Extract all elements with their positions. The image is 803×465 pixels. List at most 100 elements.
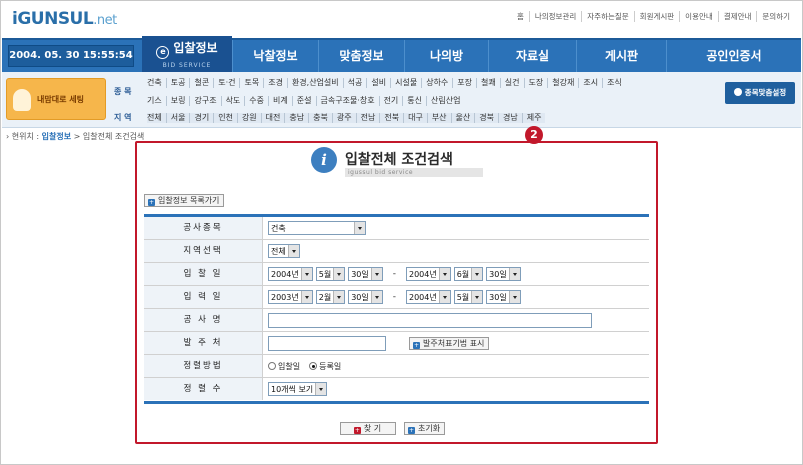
region-item[interactable]: 대구: [403, 113, 427, 123]
category-item[interactable]: 조식: [602, 78, 626, 88]
client-input[interactable]: [268, 335, 386, 351]
region-item[interactable]: 경기: [189, 113, 213, 123]
page-title: i 입찰전체 조건검색 igussul bid service: [311, 147, 483, 179]
sort-count-select[interactable]: 10개씩 보기: [268, 382, 328, 396]
bid-date-to-day[interactable]: 30일: [486, 267, 521, 281]
region-item[interactable]: 울산: [450, 113, 475, 123]
region-item[interactable]: 인천: [213, 113, 237, 123]
form-row-bid-date: 입 찰 일 2004년 5월 30일 - 2004년 6월 30일: [144, 263, 649, 286]
category-item[interactable]: 수중: [244, 96, 268, 106]
category-item[interactable]: 포장: [452, 78, 476, 88]
category-item[interactable]: 철콘: [189, 78, 213, 88]
category-item[interactable]: 삭도: [220, 96, 245, 106]
top-link-home[interactable]: 홈: [512, 11, 529, 22]
bid-info-icon: e: [156, 46, 170, 59]
bid-date-to-year[interactable]: 2004년: [405, 267, 451, 281]
region-item[interactable]: 전북: [379, 113, 403, 123]
reg-date-from-year[interactable]: 2003년: [268, 290, 313, 304]
category-item[interactable]: 철쾌: [476, 78, 500, 88]
sort-by-bid-date-radio[interactable]: 입찰일: [268, 361, 300, 372]
work-type-select[interactable]: 건축: [268, 221, 366, 235]
project-name-input[interactable]: [268, 312, 592, 328]
region-item[interactable]: 제주: [521, 113, 546, 123]
category-item[interactable]: 비계: [268, 96, 292, 106]
nav-tab-my-room[interactable]: 나의방: [404, 40, 488, 72]
bid-date-from-month[interactable]: 5월: [315, 267, 346, 281]
category-item[interactable]: 보링: [165, 96, 190, 106]
bid-date-from-day[interactable]: 30일: [348, 267, 383, 281]
category-item[interactable]: 토공: [165, 78, 190, 88]
region-item[interactable]: 경북: [474, 113, 498, 123]
category-item[interactable]: 전기: [378, 96, 403, 106]
client-notation-button[interactable]: + 발주처표기법 표시: [409, 336, 490, 350]
nav-tab-bid-info[interactable]: e 입찰정보 BID SERVICE: [142, 36, 232, 72]
sort-by-reg-date-radio[interactable]: 등록일: [309, 361, 341, 372]
category-item[interactable]: 실건: [499, 78, 524, 88]
search-button[interactable]: + 찾 기: [340, 422, 396, 435]
reg-date-to-day[interactable]: 30일: [486, 290, 521, 304]
region-item[interactable]: 부산: [426, 113, 451, 123]
form-row-project-name: 공 사 명: [144, 309, 649, 332]
region-item[interactable]: 서울: [165, 113, 190, 123]
nav-tab-board[interactable]: 게시판: [576, 40, 666, 72]
region-item[interactable]: 대전: [260, 113, 285, 123]
region-select[interactable]: 전체: [268, 244, 300, 258]
category-item[interactable]: 강구조: [189, 96, 220, 106]
region-item[interactable]: 충북: [308, 113, 332, 123]
top-link-faq[interactable]: 자주하는질문: [581, 11, 633, 22]
region-item[interactable]: 충남: [284, 113, 308, 123]
top-link-payment[interactable]: 결제안내: [717, 11, 757, 22]
category-label: 종 목: [114, 87, 132, 96]
category-item[interactable]: 토목: [239, 78, 263, 88]
category-item[interactable]: 금속구조물·창호: [315, 96, 379, 106]
top-link-contact[interactable]: 문의하기: [756, 11, 795, 22]
category-item[interactable]: 토·건: [213, 78, 239, 88]
category-item[interactable]: 기스: [147, 96, 166, 106]
category-item[interactable]: 건축: [147, 78, 166, 88]
nav-tab-custom[interactable]: 맞춤정보: [318, 40, 404, 72]
top-link-member-board[interactable]: 회원게시판: [633, 11, 680, 22]
category-item[interactable]: 환경,산업설비: [286, 78, 343, 88]
category-item[interactable]: 철강재: [547, 78, 578, 88]
search-form: 공사종목 건축 지역선택 전체 입 찰 일 2004년 5월 30일 - 200…: [144, 214, 649, 404]
bid-list-button[interactable]: + 입찰정보 목록가기: [144, 194, 225, 207]
reg-date-to-year[interactable]: 2004년: [405, 290, 451, 304]
reg-date-from-month[interactable]: 2월: [315, 290, 346, 304]
category-item[interactable]: 설비: [366, 78, 390, 88]
region-item[interactable]: 전체: [147, 113, 166, 123]
category-match-button[interactable]: 종목맞춤설정: [725, 82, 795, 104]
category-item[interactable]: 조경: [263, 78, 287, 88]
category-item[interactable]: 도장: [523, 78, 548, 88]
reg-date-from-day[interactable]: 30일: [348, 290, 383, 304]
category-item[interactable]: 시설물: [390, 78, 421, 88]
region-item[interactable]: 광주: [331, 113, 356, 123]
bid-date-from-year[interactable]: 2004년: [268, 267, 313, 281]
user-avatar-icon: [13, 89, 31, 111]
category-item[interactable]: 통신: [402, 96, 426, 106]
category-row-2: 기스 보링 강구조 삭도 수중 비계 준설 금속구조물·창호 전기 통신 산림산…: [147, 96, 464, 106]
category-item[interactable]: 상하수: [421, 78, 452, 88]
top-link-my-info[interactable]: 나의정보관리: [528, 11, 581, 22]
site-logo[interactable]: iGUNSUL.net: [12, 9, 117, 29]
region-item[interactable]: 경남: [498, 113, 522, 123]
reg-date-to-month[interactable]: 5월: [453, 290, 484, 304]
breadcrumb-section[interactable]: 입찰정보: [42, 132, 71, 141]
region-label: 지 역: [114, 113, 132, 122]
chevron-down-icon: [300, 291, 312, 303]
category-row-1: 건축 토공 철콘 토·건 토목 조경 환경,산업설비 석공 설비 시설물 상하수…: [147, 78, 626, 88]
nav-tab-award[interactable]: 낙찰정보: [232, 40, 318, 72]
custom-setting-box[interactable]: 내맘대로 세팅: [6, 78, 106, 120]
category-item[interactable]: 석공: [342, 78, 367, 88]
nav-tab-library[interactable]: 자료실: [488, 40, 576, 72]
category-item[interactable]: 조시: [578, 78, 602, 88]
region-item[interactable]: 강원: [236, 113, 261, 123]
category-item[interactable]: 산림산업: [426, 96, 464, 106]
reset-button[interactable]: + 초기화: [404, 422, 446, 435]
top-link-guide[interactable]: 이용안내: [679, 11, 718, 22]
category-item[interactable]: 준설: [291, 96, 316, 106]
chevron-down-icon: [333, 268, 345, 280]
chevron-down-icon: [471, 268, 483, 280]
nav-tab-certificate[interactable]: 공인인증서: [666, 40, 801, 72]
region-item[interactable]: 전남: [355, 113, 380, 123]
bid-date-to-month[interactable]: 6월: [453, 267, 484, 281]
